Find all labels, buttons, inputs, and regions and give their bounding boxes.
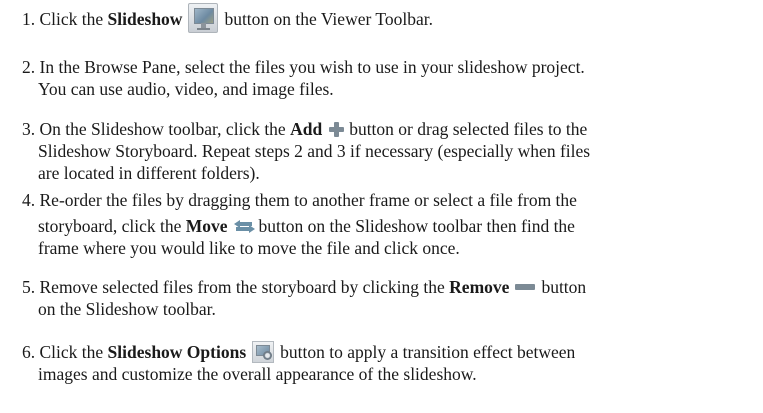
step-text: button or drag selected files to the [349, 119, 588, 139]
step-text: are located in different folders). [38, 163, 260, 183]
step-1: 1. Click the Slideshow button on the View… [22, 2, 752, 33]
step-text: on the Slideshow toolbar. [38, 299, 216, 319]
step-text: Re-order the files by dragging them to a… [39, 190, 577, 210]
ui-term-remove: Remove [449, 277, 510, 297]
step-text: storyboard, click the [38, 216, 182, 236]
step-number: 3. [22, 119, 36, 139]
step-text: On the Slideshow toolbar, click the [39, 119, 286, 139]
step-text: You can use audio, video, and image file… [38, 79, 334, 99]
step-4: 4. Re-order the files by dragging them t… [22, 189, 752, 259]
step-number: 4. [22, 190, 36, 210]
step-number: 6. [22, 342, 36, 362]
step-text: images and customize the overall appeara… [38, 364, 477, 384]
step-2: 2. In the Browse Pane, select the files … [22, 56, 752, 100]
step-number: 1. [22, 9, 36, 29]
step-text: Click the [39, 9, 104, 29]
step-6: 6. Click the Slideshow Options button to … [22, 340, 752, 385]
ui-term-add: Add [290, 119, 323, 139]
step-text: Click the [39, 342, 104, 362]
step-number: 5. [22, 277, 36, 297]
ui-term-move: Move [185, 216, 228, 236]
step-text: Slideshow Storyboard. Repeat steps 2 and… [38, 141, 591, 161]
step-text: frame where you would like to move the f… [38, 238, 460, 258]
step-text: button on the Slideshow toolbar then fin… [258, 216, 575, 236]
slideshow-options-icon [252, 340, 275, 363]
ui-term-slideshow-options: Slideshow Options [107, 342, 247, 362]
ui-term-slideshow: Slideshow [107, 9, 183, 29]
step-text: button on the Viewer Toolbar. [224, 9, 433, 29]
instruction-list: 1. Click the Slideshow button on the View… [0, 0, 763, 413]
move-icon [233, 219, 255, 234]
step-text: Remove selected files from the storyboar… [39, 277, 445, 297]
step-5: 5. Remove selected files from the storyb… [22, 276, 752, 320]
step-number: 2. [22, 57, 36, 77]
slideshow-icon [188, 2, 219, 33]
step-text: button [541, 277, 587, 297]
step-text: In the Browse Pane, select the files you… [39, 57, 585, 77]
remove-icon [515, 284, 536, 291]
step-3: 3. On the Slideshow toolbar, click the A… [22, 118, 752, 184]
step-text: button to apply a transition effect betw… [280, 342, 576, 362]
add-icon [328, 121, 345, 138]
